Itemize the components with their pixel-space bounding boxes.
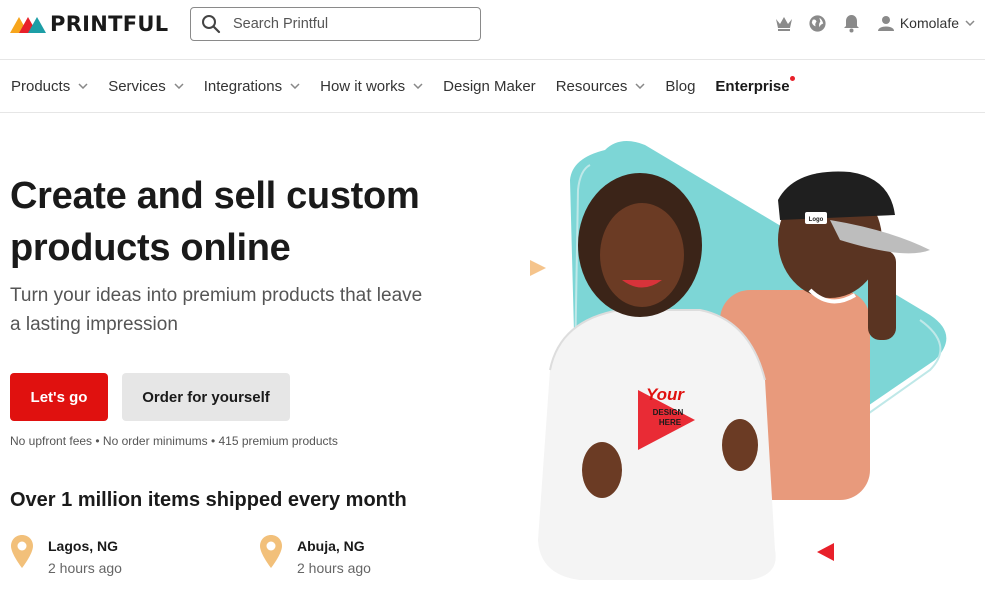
- chevron-down-icon: [965, 20, 975, 26]
- user-name: Komolafe: [899, 15, 959, 31]
- nav-design-maker[interactable]: Design Maker: [443, 78, 536, 95]
- top-header: PRINTFUL Komolafe: [0, 0, 985, 60]
- printful-logo-mark: [10, 17, 46, 33]
- printful-logo[interactable]: PRINTFUL: [10, 12, 168, 36]
- hero-image: Logo Your DESIGN HERE: [530, 141, 947, 580]
- order-for-yourself-button[interactable]: Order for yourself: [122, 373, 290, 421]
- user-icon: [877, 16, 894, 31]
- hoodie-print-line1: Your: [646, 385, 685, 404]
- nav-resources[interactable]: Resources: [556, 78, 646, 95]
- main-nav: Products Services Integrations How it wo…: [0, 60, 985, 113]
- recent-order-item: Lagos, NG 2 hours ago: [10, 534, 122, 577]
- nav-label: Services: [108, 77, 166, 95]
- header-actions: Komolafe: [760, 13, 975, 33]
- nav-label: Integrations: [203, 77, 283, 95]
- nav-label: Resources: [555, 77, 628, 95]
- nav-enterprise[interactable]: Enterprise: [715, 75, 795, 95]
- decorative-triangle-orange: [530, 260, 546, 276]
- bell-icon[interactable]: [842, 13, 862, 33]
- search-input[interactable]: [233, 16, 463, 32]
- user-menu[interactable]: Komolafe: [877, 15, 975, 31]
- nav-services[interactable]: Services: [108, 78, 184, 95]
- new-indicator-dot: [789, 75, 795, 81]
- nav-label: Blog: [665, 77, 696, 95]
- lets-go-button[interactable]: Let's go: [10, 373, 108, 421]
- cap-logo-text: Logo: [809, 217, 824, 223]
- hero-subtitle: Turn your ideas into premium products th…: [10, 285, 423, 335]
- location-time: 2 hours ago: [297, 560, 371, 576]
- chevron-down-icon: [413, 83, 423, 89]
- chevron-down-icon: [78, 83, 88, 89]
- location-pin-icon: [260, 535, 282, 568]
- chevron-down-icon: [174, 83, 184, 89]
- nav-label: How it works: [320, 77, 406, 95]
- crown-icon[interactable]: [774, 13, 794, 33]
- nav-label: Products: [11, 77, 71, 95]
- chevron-down-icon: [290, 83, 300, 89]
- location-city: Abuja, NG: [297, 538, 365, 554]
- globe-icon[interactable]: [808, 13, 828, 33]
- location-time: 2 hours ago: [48, 560, 122, 576]
- nav-integrations[interactable]: Integrations: [204, 78, 300, 95]
- hoodie-print-line2: DESIGN: [653, 408, 684, 417]
- nav-products[interactable]: Products: [11, 78, 88, 95]
- nav-how-it-works[interactable]: How it works: [320, 78, 423, 95]
- hero-title: Create and sell custom products online: [10, 175, 420, 269]
- value-props: No upfront fees • No order minimums • 41…: [10, 434, 338, 448]
- nav-label: Enterprise: [715, 77, 790, 95]
- decorative-triangle-red: [817, 543, 834, 561]
- search-icon: [202, 15, 221, 34]
- chevron-down-icon: [635, 83, 645, 89]
- logo-text: PRINTFUL: [50, 12, 169, 36]
- location-city: Lagos, NG: [48, 538, 119, 554]
- search-bar[interactable]: [190, 7, 481, 41]
- nav-blog[interactable]: Blog: [665, 78, 695, 95]
- hoodie-print-line3: HERE: [659, 418, 682, 427]
- location-pin-icon: [11, 535, 33, 568]
- shipped-heading: Over 1 million items shipped every month: [10, 489, 407, 511]
- recent-order-item: Abuja, NG 2 hours ago: [259, 534, 371, 577]
- nav-label: Design Maker: [443, 77, 536, 95]
